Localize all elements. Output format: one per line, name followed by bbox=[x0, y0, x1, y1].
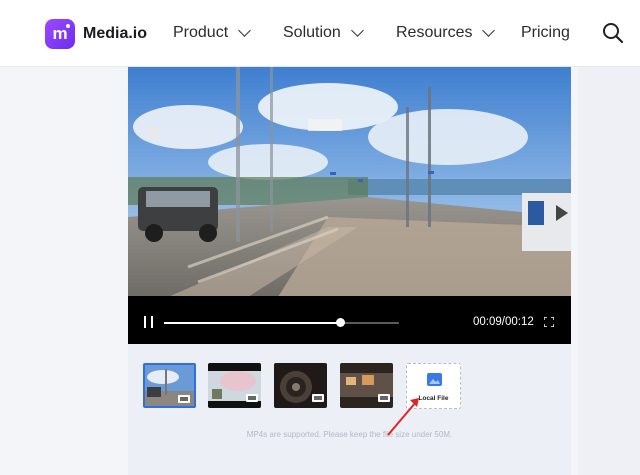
annotation-arrow-icon bbox=[387, 398, 419, 436]
progress-handle[interactable] bbox=[336, 318, 346, 327]
search-icon[interactable] bbox=[602, 22, 624, 44]
media-io-logo-icon: m bbox=[45, 19, 75, 49]
fullscreen-icon[interactable] bbox=[544, 317, 554, 327]
top-navbar: m Media.io Product Solution Resources Pr… bbox=[0, 0, 640, 67]
upload-hint: MP4s are supported. Please keep the file… bbox=[246, 430, 453, 439]
nav-resources-label: Resources bbox=[396, 24, 473, 41]
video-preview[interactable] bbox=[128, 67, 571, 297]
nav-product-label: Product bbox=[173, 24, 229, 41]
nav-solution-label: Solution bbox=[283, 24, 341, 41]
nav-resources[interactable]: Resources bbox=[396, 24, 496, 42]
sample-thumbnail-1[interactable] bbox=[143, 363, 196, 408]
nav-pricing[interactable]: Pricing bbox=[521, 24, 570, 42]
time-display: 00:09/00:12 bbox=[473, 316, 534, 328]
brand-name: Media.io bbox=[83, 25, 148, 42]
progress-bar[interactable] bbox=[164, 318, 399, 327]
upload-image-icon bbox=[427, 373, 442, 386]
nav-solution[interactable]: Solution bbox=[283, 24, 364, 42]
sample-thumbnail-3[interactable] bbox=[274, 363, 327, 408]
chevron-down-icon bbox=[350, 24, 364, 37]
progress-fill bbox=[164, 322, 341, 324]
pause-icon[interactable] bbox=[144, 316, 154, 328]
nav-product[interactable]: Product bbox=[173, 24, 252, 42]
chevron-down-icon bbox=[238, 24, 252, 37]
nav-pricing-label: Pricing bbox=[521, 24, 570, 41]
video-controls: 00:09/00:12 bbox=[128, 296, 571, 344]
side-panel bbox=[578, 67, 640, 475]
sample-thumbnail-2[interactable] bbox=[208, 363, 261, 408]
chevron-down-icon bbox=[482, 24, 496, 37]
brand-logo[interactable]: m Media.io bbox=[45, 19, 147, 49]
